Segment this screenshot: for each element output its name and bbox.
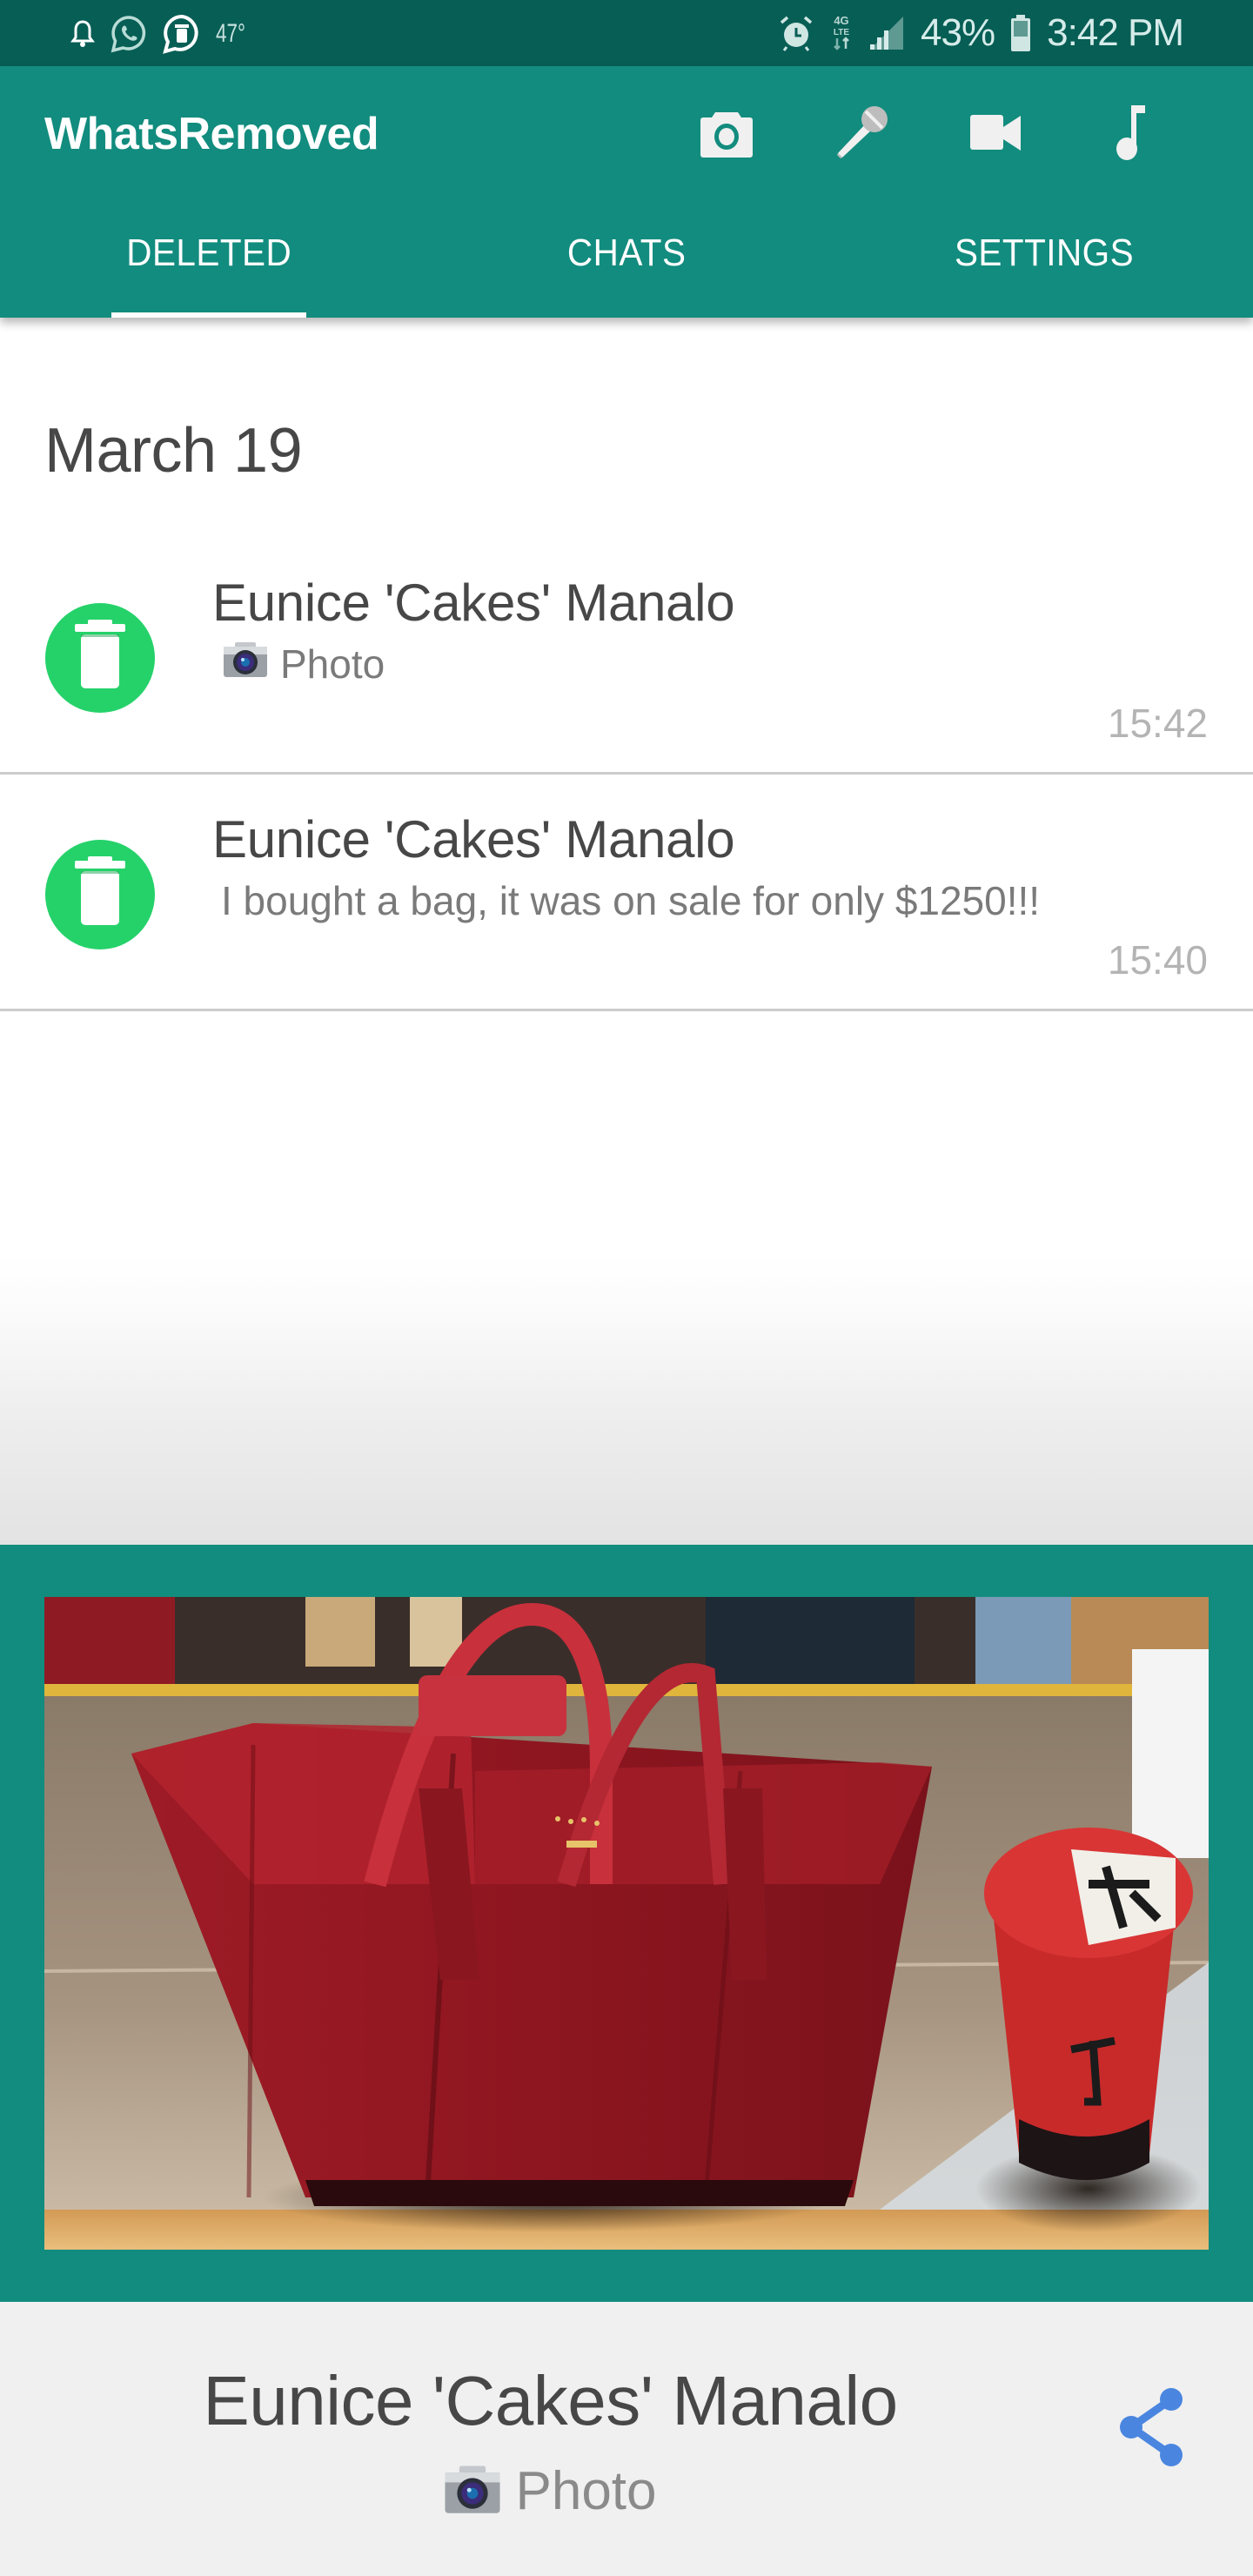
active-tab-indicator	[111, 312, 306, 318]
whatsapp-icon	[110, 14, 148, 54]
lte-icon: 4G LTE	[830, 12, 853, 54]
message-sender: Eunice 'Cakes' Manalo	[212, 574, 735, 632]
whatsremoved-icon	[162, 13, 202, 55]
signal-icon	[868, 15, 905, 51]
tab-chats-label: CHATS	[566, 231, 687, 274]
weather-temperature: 47°	[216, 19, 246, 48]
preview-sender: Eunice 'Cakes' Manalo	[203, 2362, 898, 2439]
preview-footer: Eunice 'Cakes' Manalo Photo	[0, 2302, 1253, 2576]
message-avatar	[45, 840, 155, 949]
row-divider	[0, 1009, 1253, 1011]
camera-button[interactable]	[687, 96, 766, 174]
video-button[interactable]	[957, 96, 1035, 174]
message-row[interactable]: Eunice 'Cakes' Manalo Photo 15:42	[0, 538, 1253, 775]
preview-panel	[0, 1545, 1253, 2302]
message-avatar	[45, 603, 155, 713]
message-preview: I bought a bag, it was on sale for only …	[221, 877, 1040, 924]
alarm-icon	[778, 14, 814, 52]
tab-settings[interactable]: SETTINGS	[835, 214, 1253, 318]
photo-camera-emoji-icon	[223, 641, 268, 688]
clock: 3:42 PM	[1047, 11, 1184, 54]
tab-bar: DELETED CHATS SETTINGS	[0, 214, 1253, 318]
trash-icon	[72, 619, 128, 697]
message-preview-text: Photo	[280, 641, 385, 687]
preview-photo-image	[44, 1597, 1209, 2250]
message-preview: Photo	[223, 641, 385, 688]
video-camera-icon	[970, 114, 1022, 156]
share-button[interactable]	[1103, 2377, 1199, 2481]
message-preview-text: I bought a bag, it was on sale for only …	[221, 878, 1041, 923]
microphone-button[interactable]	[822, 96, 901, 174]
music-button[interactable]	[1092, 96, 1170, 174]
preview-type-label: Photo	[515, 2461, 657, 2521]
notification-bell-icon	[70, 19, 96, 49]
message-time: 15:42	[1107, 701, 1208, 746]
deleted-messages-list: March 19 Eunice 'Cakes' Manalo Photo 15:…	[0, 318, 1253, 1545]
tab-deleted[interactable]: DELETED	[0, 214, 418, 318]
microphone-icon	[833, 104, 890, 166]
status-bar-right: 4G LTE 43% 3:42 PM	[778, 9, 1184, 57]
trash-icon	[72, 855, 128, 934]
app-title: WhatsRemoved	[44, 109, 379, 159]
message-row[interactable]: Eunice 'Cakes' Manalo I bought a bag, it…	[0, 775, 1253, 1011]
status-bar: 47° 4G LTE 43% 3:42 PM	[0, 0, 1253, 66]
camera-icon	[698, 107, 755, 164]
battery-percentage: 43%	[921, 11, 995, 54]
share-icon	[1116, 2385, 1187, 2473]
svg-text:LTE: LTE	[834, 28, 849, 37]
music-note-icon	[1112, 104, 1150, 165]
tab-chats[interactable]: CHATS	[418, 214, 835, 318]
preview-type: Photo	[0, 2460, 1101, 2522]
svg-text:4G: 4G	[834, 14, 848, 27]
tab-deleted-label: DELETED	[126, 231, 291, 274]
photo-camera-emoji-icon	[444, 2464, 501, 2519]
tab-settings-label: SETTINGS	[954, 231, 1135, 274]
preview-photo[interactable]	[44, 1597, 1209, 2250]
app-bar: WhatsRemoved DELETED CHATS SETTINGS	[0, 66, 1253, 318]
status-bar-left: 47°	[70, 12, 255, 56]
message-time: 15:40	[1107, 937, 1208, 983]
date-header: March 19	[44, 416, 303, 486]
message-sender: Eunice 'Cakes' Manalo	[212, 810, 735, 869]
battery-icon	[1010, 14, 1031, 52]
